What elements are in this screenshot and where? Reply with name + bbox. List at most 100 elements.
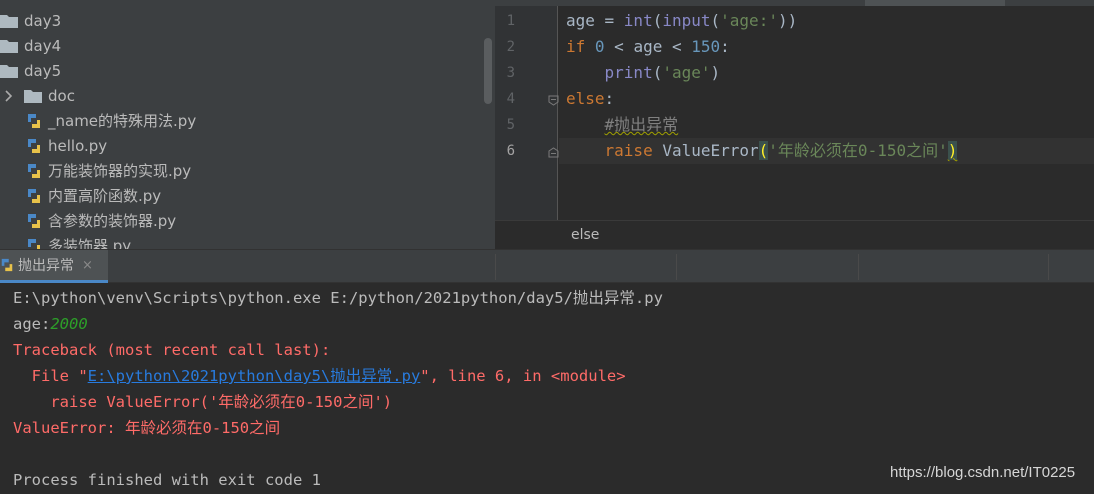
code-line-4: else: (559, 86, 1094, 112)
code-token: ValueError (662, 141, 759, 160)
watermark: https://blog.csdn.net/IT0225 (890, 464, 1076, 481)
tree-scrollbar[interactable] (484, 38, 492, 104)
close-icon[interactable]: × (82, 258, 93, 273)
fold-marker-icon[interactable] (548, 95, 559, 106)
run-tab-label: 抛出异常 (18, 258, 74, 274)
project-tree: day3 day4 day5 doc _name的特殊用法.py hello.p… (0, 0, 495, 249)
code-editor[interactable]: age = int(input('age:')) if 0 < age < 15… (559, 6, 1094, 220)
code-token-number: 0 (594, 37, 605, 56)
run-console[interactable]: E:\python\venv\Scripts\python.exe E:/pyt… (0, 283, 1094, 494)
tree-item-label: day5 (24, 61, 62, 80)
code-token: : (604, 89, 615, 108)
console-prompt: age: (13, 315, 51, 333)
console-file-prefix: File " (13, 367, 88, 385)
tree-file-param-decorator[interactable]: 含参数的装饰器.py (0, 208, 480, 233)
console-traceback-file-line: File "E:\python\2021python\day5\抛出异常.py"… (13, 363, 626, 389)
tree-item-label: day4 (24, 36, 62, 55)
line-number-current: 6 (506, 143, 515, 159)
folder-icon (0, 64, 18, 78)
code-token-keyword: raise (604, 141, 663, 160)
code-token: age = (566, 11, 624, 30)
code-token: ( (652, 11, 663, 30)
folder-icon (24, 89, 42, 103)
tree-item-label: _name的特殊用法.py (48, 112, 197, 130)
code-token: )) (777, 11, 798, 30)
python-file-icon (26, 213, 42, 229)
tab-separator (858, 254, 859, 280)
python-file-icon (26, 238, 42, 249)
tree-file-name-usage[interactable]: _name的特殊用法.py (0, 108, 480, 133)
code-token-string: '年龄必须在0-150之间' (768, 141, 948, 160)
code-line-2: if 0 < age < 150: (559, 34, 1094, 60)
python-file-icon (26, 163, 42, 179)
tree-folder-day3[interactable]: day3 (0, 8, 480, 33)
tree-item-label: doc (48, 86, 75, 105)
code-token: < age < (604, 37, 692, 56)
code-token-keyword: if (566, 37, 595, 56)
chevron-right-icon[interactable] (2, 89, 16, 102)
python-file-icon (26, 138, 42, 154)
code-line-3: print('age') (559, 60, 1094, 86)
line-number: 5 (506, 117, 515, 133)
editor-gutter: 1 2 3 4 5 6 (495, 6, 559, 220)
folder-icon (0, 39, 18, 53)
code-line-5: #抛出异常 (559, 112, 1094, 138)
tree-item-label: 含参数的装饰器.py (48, 212, 177, 230)
console-exit-line: Process finished with exit code 1 (13, 471, 321, 489)
python-file-icon (26, 113, 42, 129)
run-tab-bar: 抛出异常 × (0, 249, 1094, 283)
console-file-suffix: ", line 6, in <module> (420, 367, 626, 385)
tree-file-builtin-hof[interactable]: 内置高阶函数.py (0, 183, 480, 208)
tree-file-universal-decorator[interactable]: 万能装饰器的实现.py (0, 158, 480, 183)
line-number: 1 (506, 13, 515, 29)
line-number: 3 (506, 65, 515, 81)
console-input-line: age:2000 (13, 311, 88, 337)
run-tab[interactable]: 抛出异常 × (0, 250, 108, 283)
code-token-string: 'age:' (720, 11, 778, 30)
python-file-icon (26, 188, 42, 204)
tree-file-hello[interactable]: hello.py (0, 133, 480, 158)
tree-folder-day5[interactable]: day5 (0, 58, 480, 83)
tab-separator (1048, 254, 1049, 280)
fold-end-marker-icon[interactable] (548, 147, 559, 158)
code-token-builtin: print (604, 63, 653, 82)
console-traceback-header: Traceback (most recent call last): (13, 341, 331, 359)
tree-item-label: day3 (24, 11, 62, 30)
tree-folder-day4[interactable]: day4 (0, 33, 480, 58)
tab-separator (495, 254, 496, 280)
code-token-paren-close: ) (947, 141, 958, 160)
console-file-link[interactable]: E:\python\2021python\day5\抛出异常.py (88, 367, 421, 385)
code-token: ( (710, 11, 721, 30)
console-user-input: 2000 (50, 315, 88, 333)
console-error-line: ValueError: 年龄必须在0-150之间 (13, 419, 281, 437)
code-line-6-current: raise ValueError('年龄必须在0-150之间') (559, 138, 1094, 164)
tree-item-label: 万能装饰器的实现.py (48, 162, 192, 180)
code-token-builtin: input (662, 11, 711, 30)
folder-icon (0, 14, 18, 28)
code-token-keyword: else (566, 89, 605, 108)
code-token-paren-open: ( (758, 141, 769, 160)
tree-item-label: hello.py (48, 136, 108, 155)
code-token: ) (710, 63, 721, 82)
tree-file-multi-decorator[interactable]: 多装饰器.py (0, 233, 480, 249)
editor-breadcrumb[interactable]: else (495, 220, 1094, 249)
code-token-comment: #抛出异常 (604, 115, 679, 134)
code-token-builtin: int (623, 11, 653, 30)
tab-separator (676, 254, 677, 280)
tree-folder-doc[interactable]: doc (0, 83, 480, 108)
code-line-1: age = int(input('age:')) (559, 8, 1094, 34)
tree-item-label: 多装饰器.py (48, 237, 132, 249)
code-token: : (720, 37, 730, 56)
code-token-string: 'age' (662, 63, 711, 82)
line-number: 2 (506, 39, 515, 55)
code-token-number: 150 (691, 37, 721, 56)
line-number: 4 (506, 91, 515, 107)
tree-item-label: 内置高阶函数.py (48, 187, 162, 205)
console-command-line: E:\python\venv\Scripts\python.exe E:/pyt… (13, 289, 663, 307)
code-token: ( (652, 63, 663, 82)
python-run-icon (0, 258, 14, 272)
console-source-line: raise ValueError('年龄必须在0-150之间') (13, 393, 393, 411)
